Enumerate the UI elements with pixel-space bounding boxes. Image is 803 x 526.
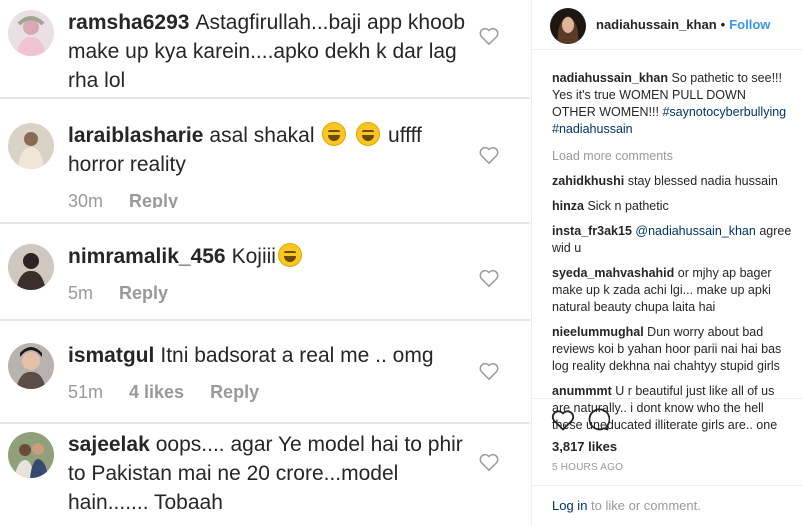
- reply-button[interactable]: Reply: [129, 191, 178, 208]
- post-header-title: nadiahussain_khan • Follow: [596, 17, 770, 32]
- comment-username[interactable]: nieelummughal: [552, 325, 644, 339]
- comment-username[interactable]: ismatgul: [68, 344, 154, 367]
- comment-text-block: laraiblasharie asal shakal uffff horror r…: [68, 121, 478, 179]
- heart-icon[interactable]: [478, 361, 500, 381]
- hashtag-link[interactable]: #saynotocyberbullying: [662, 105, 786, 119]
- hashtag-link[interactable]: #nadiahussain: [552, 122, 633, 136]
- mention-link[interactable]: @nadiahussain_khan: [635, 224, 755, 238]
- comment-text-block: ramsha6293 Astagfirullah...baji app khoob…: [68, 8, 478, 95]
- login-prompt: Log in to like or comment.: [532, 485, 803, 526]
- comment-text-block: ismatgul Itni badsorat a real me .. omg: [68, 341, 478, 370]
- heart-icon[interactable]: [478, 452, 500, 472]
- comments-list: nadiahussain_khan So pathetic to see!!! …: [552, 70, 792, 442]
- comment-username[interactable]: zahidkhushi: [552, 174, 624, 188]
- comment-text: Itni badsorat a real me .. omg: [160, 344, 434, 367]
- zoomed-comment-panel: ramsha6293 Astagfirullah...baji app khoob…: [0, 0, 530, 97]
- grinning-emoji-icon: [356, 122, 381, 146]
- comment-username[interactable]: laraiblasharie: [68, 124, 203, 147]
- post-actions: 3,817 likes 5 HOURS AGO Log in to like o…: [532, 398, 803, 526]
- avatar[interactable]: [8, 10, 54, 56]
- header-separator: •: [720, 17, 726, 32]
- comment-username[interactable]: ramsha6293: [68, 11, 189, 34]
- comment-meta: 5m Reply: [68, 283, 478, 304]
- comment-bubble-icon[interactable]: [586, 408, 610, 432]
- zoomed-comments-area: ramsha6293 Astagfirullah...baji app khoob…: [0, 0, 530, 526]
- heart-icon[interactable]: [551, 409, 575, 431]
- comment-meta: 51m 4 likes Reply: [68, 382, 478, 403]
- heart-icon[interactable]: [478, 26, 500, 46]
- comment-username[interactable]: nimramalik_456: [68, 245, 226, 268]
- reply-button[interactable]: Reply: [210, 382, 259, 402]
- avatar[interactable]: [8, 244, 54, 290]
- comment-meta: 30m Reply: [68, 191, 478, 208]
- comment-text: stay blessed nadia hussain: [627, 174, 778, 188]
- likes-count[interactable]: 3,817 likes: [552, 439, 617, 454]
- comment-username[interactable]: hinza: [552, 199, 584, 213]
- avatar[interactable]: [8, 343, 54, 389]
- comment-username[interactable]: insta_fr3ak15: [552, 224, 632, 238]
- zoomed-comment-panel: laraiblasharie asal shakal uffff horror r…: [0, 97, 530, 208]
- post-username[interactable]: nadiahussain_khan: [596, 17, 717, 32]
- list-item: hinza Sick n pathetic: [552, 198, 792, 215]
- list-item: syeda_mahvashahid or mjhy ap bager make …: [552, 265, 792, 316]
- caption-username[interactable]: nadiahussain_khan: [552, 71, 668, 85]
- avatar[interactable]: [8, 123, 54, 169]
- comment-likes[interactable]: 4 likes: [129, 382, 184, 402]
- comment-username[interactable]: syeda_mahvashahid: [552, 266, 674, 280]
- comment-text: Sick n pathetic: [587, 199, 669, 213]
- caption: nadiahussain_khan So pathetic to see!!! …: [552, 70, 792, 138]
- login-link[interactable]: Log in: [552, 498, 587, 513]
- comment-text: Kojiii: [231, 245, 276, 268]
- post-sidebar: nadiahussain_khan • Follow nadiahussain_kh…: [531, 0, 803, 526]
- comment-text: asal shakal: [209, 124, 315, 147]
- grinning-emoji-icon: [322, 122, 347, 146]
- heart-icon[interactable]: [478, 145, 500, 165]
- comment-time: 5m: [68, 283, 94, 303]
- comment-username[interactable]: sajeelak: [68, 433, 150, 456]
- login-prompt-text: to like or comment.: [591, 498, 701, 513]
- comment-time: 30m: [68, 191, 104, 208]
- reply-button[interactable]: Reply: [119, 283, 168, 303]
- post-timestamp: 5 HOURS AGO: [552, 462, 624, 473]
- zoomed-comment-panel: ismatgul Itni badsorat a real me .. omg 5…: [0, 319, 530, 423]
- load-more-comments-button[interactable]: Load more comments: [552, 148, 792, 165]
- comment-text-block: nimramalik_456 Kojiii: [68, 242, 478, 271]
- zoomed-comment-panel: nimramalik_456 Kojiii 5m Reply: [0, 222, 530, 316]
- avatar[interactable]: [550, 8, 586, 44]
- comment-text-block: sajeelak oops.... agar Ye model hai to ph…: [68, 430, 478, 517]
- comment-time: 51m: [68, 382, 104, 402]
- list-item: nieelummughal Dun worry about bad review…: [552, 324, 792, 375]
- avatar[interactable]: [8, 432, 54, 478]
- list-item: insta_fr3ak15 @nadiahussain_khan agree w…: [552, 223, 792, 257]
- list-item: zahidkhushi stay blessed nadia hussain: [552, 173, 792, 190]
- follow-button[interactable]: Follow: [729, 17, 770, 32]
- comment-username[interactable]: anummmt: [552, 384, 612, 398]
- post-header: nadiahussain_khan • Follow: [532, 0, 803, 50]
- laughing-tears-emoji-icon: [277, 243, 302, 267]
- zoomed-comment-panel: sajeelak oops.... agar Ye model hai to ph…: [0, 422, 530, 526]
- heart-icon[interactable]: [478, 268, 500, 288]
